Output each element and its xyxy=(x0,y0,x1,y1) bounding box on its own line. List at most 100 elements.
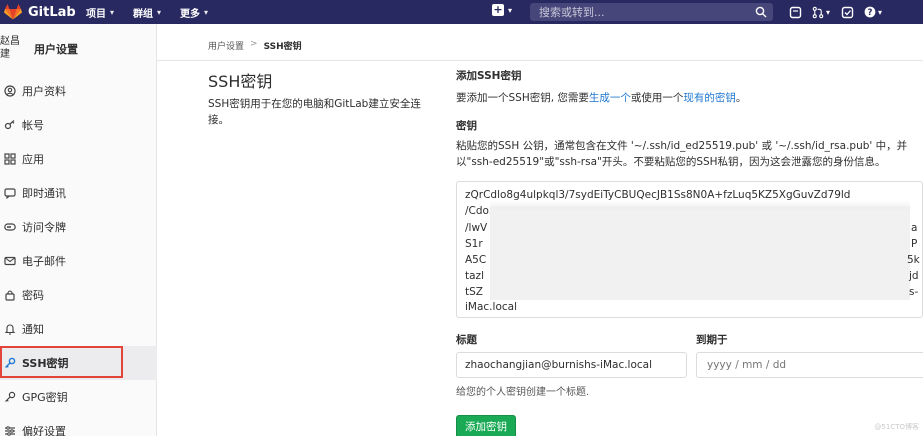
lock-icon xyxy=(4,289,16,301)
sidebar-item-gpg-keys[interactable]: GPG密钥 xyxy=(0,380,157,414)
chevron-down-icon: ▾ xyxy=(508,5,513,15)
sidebar-item-label: 即时通讯 xyxy=(22,187,66,200)
settings-sidebar: 赵昌建 用户设置 用户资料 帐号 应用 即时通讯 访问令牌 电子邮件 密码 通知… xyxy=(0,24,157,436)
watermark: @51CTO博客 xyxy=(874,423,919,431)
key-fragment: jd xyxy=(909,270,919,282)
key-help-text: 粘贴您的SSH 公钥，通常包含在文件 '~/.ssh/id_ed25519.pu… xyxy=(456,140,908,168)
existing-key-link[interactable]: 现有的密钥 xyxy=(683,92,736,104)
user-circle-icon xyxy=(4,85,16,97)
search-input[interactable] xyxy=(530,3,773,21)
key-label: 密钥 xyxy=(456,120,477,132)
key-line: tazl xyxy=(465,270,484,282)
breadcrumb: 用户设置 > SSH密钥 xyxy=(208,39,302,52)
key-line: iMac.local xyxy=(465,301,517,313)
sidebar-item-notifications[interactable]: 通知 xyxy=(0,312,157,346)
key-fragment: 5k xyxy=(907,254,920,266)
preferences-icon xyxy=(4,425,16,436)
nav-groups[interactable]: 群组 ▾ xyxy=(133,5,161,20)
mail-icon xyxy=(4,255,16,267)
brand-name: GitLab xyxy=(28,4,76,20)
sidebar-item-preferences[interactable]: 偏好设置 xyxy=(0,414,157,436)
sidebar-item-applications[interactable]: 应用 xyxy=(0,142,157,176)
nav-more-label: 更多 xyxy=(180,8,201,20)
avatar: 赵昌建 xyxy=(0,36,20,60)
sidebar-item-label: 偏好设置 xyxy=(22,425,66,436)
expires-label: 到期于 xyxy=(696,334,728,346)
sidebar-item-label: 用户资料 xyxy=(22,85,66,98)
nav-groups-label: 群组 xyxy=(133,8,154,20)
sidebar-item-password[interactable]: 密码 xyxy=(0,278,157,312)
chevron-down-icon: ▾ xyxy=(825,7,830,17)
key-fragment: a xyxy=(911,222,918,234)
sidebar-item-label: 应用 xyxy=(22,153,44,166)
new-item-dropdown[interactable]: + ▾ xyxy=(492,4,512,16)
key-line: /lwV xyxy=(465,222,488,234)
plus-icon: + xyxy=(492,3,504,16)
chevron-down-icon: ▾ xyxy=(204,7,209,17)
add-key-button[interactable]: 添加密钥 xyxy=(456,415,516,436)
sidebar-item-ssh-keys[interactable]: SSH密钥 xyxy=(0,346,157,380)
divider xyxy=(157,60,923,61)
breadcrumb-current[interactable]: SSH密钥 xyxy=(264,39,302,52)
bell-icon xyxy=(4,323,16,335)
page-description: SSH密钥用于在您的电脑和GitLab建立安全连接。 xyxy=(208,98,421,126)
generate-key-link[interactable]: 生成一个 xyxy=(589,92,631,104)
applications-icon xyxy=(4,153,16,165)
add-key-heading: 添加SSH密钥 xyxy=(456,70,522,82)
page-title: SSH密钥 xyxy=(208,72,273,91)
nav-menu: 项目 ▾ 群组 ▾ 更多 ▾ xyxy=(86,5,227,20)
sidebar-item-account[interactable]: 帐号 xyxy=(0,108,157,142)
title-input[interactable] xyxy=(456,352,687,378)
sidebar-item-label: 访问令牌 xyxy=(22,221,66,234)
chevron-down-icon: ▾ xyxy=(110,7,115,17)
merge-request-icon[interactable]: ▾ xyxy=(812,3,830,21)
sidebar-menu: 用户资料 帐号 应用 即时通讯 访问令牌 电子邮件 密码 通知 SSH密钥 GP… xyxy=(0,74,157,436)
redacted-area xyxy=(490,206,910,300)
key-icon xyxy=(4,391,16,403)
chevron-down-icon: ▾ xyxy=(877,7,882,17)
chevron-down-icon: ▾ xyxy=(157,7,162,17)
help-icon[interactable]: ? ▾ xyxy=(864,3,882,21)
nav-projects[interactable]: 项目 ▾ xyxy=(86,5,114,20)
todo-icon[interactable] xyxy=(838,3,856,21)
key-line: S1r xyxy=(465,238,483,250)
gitlab-logo-icon xyxy=(4,4,22,20)
title-help-text: 给您的个人密钥创建一个标题. xyxy=(456,387,590,398)
sidebar-item-emails[interactable]: 电子邮件 xyxy=(0,244,157,278)
sidebar-item-access-tokens[interactable]: 访问令牌 xyxy=(0,210,157,244)
search-box[interactable] xyxy=(530,3,773,21)
key-fragment: P xyxy=(911,238,918,250)
sidebar-item-label: 电子邮件 xyxy=(22,255,66,268)
expires-date-input[interactable] xyxy=(696,352,923,378)
nav-more[interactable]: 更多 ▾ xyxy=(180,5,208,20)
sidebar-item-label: 密码 xyxy=(22,289,44,302)
add-desc-middle: 或使用一个 xyxy=(630,92,684,104)
token-icon xyxy=(4,221,16,233)
sidebar-item-label: 通知 xyxy=(22,323,44,336)
breadcrumb-separator: > xyxy=(250,39,258,49)
add-desc-prefix: 要添加一个SSH密钥, 您需要 xyxy=(456,92,589,104)
key-line: A5C xyxy=(465,254,487,266)
issues-icon[interactable] xyxy=(786,3,804,21)
sidebar-item-chat[interactable]: 即时通讯 xyxy=(0,176,157,210)
sidebar-item-label: 帐号 xyxy=(22,119,44,132)
nav-icons: ▾ ? ▾ xyxy=(786,3,890,21)
sidebar-item-profile[interactable]: 用户资料 xyxy=(0,74,157,108)
sidebar-user-header[interactable]: 赵昌建 用户设置 xyxy=(0,24,157,72)
gitlab-home-link[interactable]: GitLab xyxy=(4,4,86,20)
key-fragment: s- xyxy=(909,286,919,298)
account-icon xyxy=(4,119,16,131)
sidebar-title: 用户设置 xyxy=(34,43,78,56)
svg-text:?: ? xyxy=(868,8,873,18)
redacted-fade xyxy=(490,200,910,210)
search-icon xyxy=(755,6,767,18)
top-navbar: GitLab 项目 ▾ 群组 ▾ 更多 ▾ + ▾ ▾ xyxy=(0,0,923,24)
key-line: tSZ xyxy=(465,286,483,298)
sidebar-item-label: GPG密钥 xyxy=(22,391,68,404)
title-label: 标题 xyxy=(456,334,477,346)
nav-projects-label: 项目 xyxy=(86,8,106,20)
breadcrumb-parent[interactable]: 用户设置 xyxy=(208,39,244,52)
add-key-description: 要添加一个SSH密钥, 您需要生成一个或使用一个现有的密钥。 xyxy=(456,90,746,105)
key-textarea[interactable]: zQrCdlo8g4ulpkql3/7sydEiTyCBUQecJB1Ss8N0… xyxy=(456,181,923,318)
chat-icon xyxy=(4,187,16,199)
